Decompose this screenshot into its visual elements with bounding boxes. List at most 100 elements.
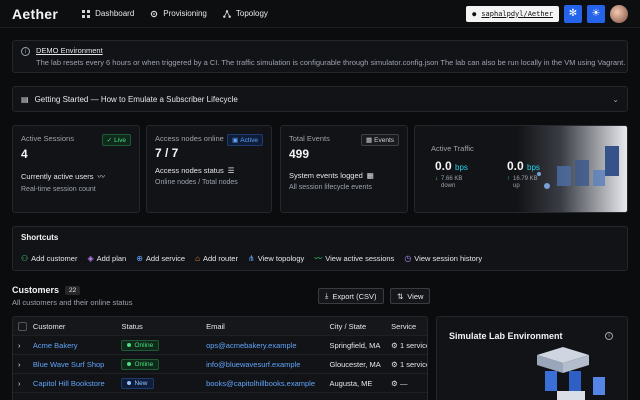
avatar[interactable] xyxy=(610,4,628,23)
shortcut-add-plan[interactable]: ◈ Add plan xyxy=(87,253,126,264)
card-description: All session lifecycle events xyxy=(289,184,372,191)
top-right-actions: ● saphalpdyl/Aether ✻ ☀ xyxy=(466,4,628,23)
router-icon: ⌂ xyxy=(195,254,200,263)
traffic-down-unit: bps xyxy=(455,163,468,172)
nav-dashboard[interactable]: Dashboard xyxy=(82,9,134,18)
check-icon: ✓ xyxy=(106,137,113,144)
service-count: 1 service xyxy=(399,340,427,350)
events-badge-label: Events xyxy=(374,136,394,144)
table-row[interactable]: › Acme Bakery Online ops@acmebakery.exam… xyxy=(13,336,427,355)
active-badge-label: Active xyxy=(240,136,258,144)
customer-email-link[interactable]: info@bluewavesurf.example xyxy=(206,360,329,369)
customers-subtitle: All customers and their online status xyxy=(12,298,133,307)
user-plus-icon: ⚇ xyxy=(21,254,29,263)
traffic-up-metric: 0.0 bps ↑ 16.79 KB up xyxy=(507,159,540,190)
table-row[interactable]: › Blue Wave Surf Shop Online info@bluewa… xyxy=(13,355,427,374)
customers-title-label: Customers xyxy=(12,285,60,295)
header-service[interactable]: Service xyxy=(391,322,427,331)
server-icon: ▣ xyxy=(232,137,239,144)
shortcut-view-topology[interactable]: ⋔ View topology xyxy=(248,253,304,264)
status-label: Online xyxy=(134,341,154,349)
card-sub-label: System events logged xyxy=(289,171,363,180)
traffic-down-value: 0.0 xyxy=(435,159,452,173)
settings-icon[interactable]: ✻ xyxy=(564,4,582,23)
shortcut-label: View topology xyxy=(257,254,305,263)
traffic-up-unit: bps xyxy=(527,163,540,172)
app-logo[interactable]: Aether xyxy=(12,6,58,22)
view-label: View xyxy=(407,291,424,301)
customers-title: Customers 22 xyxy=(12,285,81,295)
table-row[interactable]: › Capitol Hill Bookstore New books@capit… xyxy=(13,374,427,393)
card-label: Active Traffic xyxy=(431,144,474,153)
book-icon: ▤ xyxy=(21,94,29,104)
service-count: — xyxy=(399,378,408,388)
header-status[interactable]: Status xyxy=(121,322,206,331)
live-badge-label: Live xyxy=(114,136,126,144)
customer-email-link[interactable]: ops@acmebakery.example xyxy=(206,341,329,350)
demo-banner: i DEMO Environment The lab resets every … xyxy=(12,40,628,73)
download-icon: ⤓ xyxy=(325,291,329,300)
service-count: 1 service xyxy=(399,359,427,369)
traffic-up-bytes: 16.79 KB xyxy=(513,176,538,182)
top-bar: Aether Dashboard Provisioning Topology ●… xyxy=(0,0,640,28)
shortcut-add-router[interactable]: ⌂ Add router xyxy=(195,253,238,264)
card-sub-label: Access nodes status xyxy=(155,166,224,175)
header-customer[interactable]: Customer xyxy=(33,322,122,331)
customer-name-link[interactable]: Capitol Hill Bookstore xyxy=(33,379,122,388)
card-description: Online nodes / Total nodes xyxy=(155,179,238,186)
select-all-checkbox[interactable] xyxy=(18,321,27,331)
main-nav: Dashboard Provisioning Topology xyxy=(82,9,268,18)
active-sessions-card: Active Sessions ✓ Live 4 Currently active… xyxy=(12,125,140,213)
activity-icon: 〰 xyxy=(314,254,323,263)
info-icon: i xyxy=(21,47,30,56)
theme-toggle-icon[interactable]: ☀ xyxy=(587,4,605,23)
live-badge: ✓ Live xyxy=(101,134,131,146)
customer-city: Springfield, MA xyxy=(329,340,381,350)
status-label: New xyxy=(134,379,148,387)
view-options-button[interactable]: ⇅ View xyxy=(390,288,431,304)
shortcut-add-service[interactable]: ⊕ Add service xyxy=(136,253,185,264)
traffic-down-bytes: 7.66 KB xyxy=(441,176,463,182)
shortcut-label: Add router xyxy=(202,254,238,263)
getting-started-accordion[interactable]: ▤ Getting Started — How to Emulate a Sub… xyxy=(12,86,628,112)
lab-illustration xyxy=(537,347,605,400)
header-city-state[interactable]: City / State xyxy=(329,322,391,331)
shortcuts-title: Shortcuts xyxy=(21,233,59,242)
card-label: Access nodes online xyxy=(155,134,224,143)
export-csv-button[interactable]: ⤓ Export (CSV) xyxy=(318,288,384,304)
github-repo-label: saphalpdyl/Aether xyxy=(481,9,553,18)
github-repo-link[interactable]: ● saphalpdyl/Aether xyxy=(466,5,559,22)
customer-email-link[interactable]: books@capitolhillbooks.example xyxy=(206,379,329,388)
shortcut-view-active-sessions[interactable]: 〰 View active sessions xyxy=(314,253,394,264)
active-sessions-value: 4 xyxy=(21,147,28,161)
nav-provisioning[interactable]: Provisioning xyxy=(150,9,207,18)
network-icon: ⋔ xyxy=(247,254,255,263)
customer-city: Gloucester, MA xyxy=(329,359,381,369)
traffic-up-label: up xyxy=(513,183,520,189)
github-icon: ● xyxy=(472,9,477,18)
customer-name-link[interactable]: Acme Bakery xyxy=(33,341,122,350)
plus-circle-icon: ⊕ xyxy=(136,254,143,263)
header-email[interactable]: Email xyxy=(206,322,329,331)
sliders-icon: ⇅ xyxy=(397,291,404,301)
nav-topology[interactable]: Topology xyxy=(222,9,268,18)
customer-name-link[interactable]: Blue Wave Surf Shop xyxy=(33,360,122,369)
access-nodes-value: 7 / 7 xyxy=(155,146,179,160)
expand-chevron-icon[interactable]: › xyxy=(13,360,33,369)
shortcut-label: Add service xyxy=(145,254,186,263)
status-badge: New xyxy=(121,377,154,389)
server-stack-icon: ☰ xyxy=(227,166,235,175)
active-traffic-card: Active Traffic 0.0 bps ↓ 7.66 KB down 0.0 … xyxy=(414,125,628,213)
shortcut-view-session-history[interactable]: ◷ View session history xyxy=(404,253,482,264)
history-icon: ◷ xyxy=(404,254,412,263)
customers-table: Customer Status Email City / State Servi… xyxy=(12,316,428,400)
total-events-value: 499 xyxy=(289,147,310,161)
nav-provisioning-label: Provisioning xyxy=(163,9,207,18)
banner-title[interactable]: DEMO Environment xyxy=(36,46,625,55)
shortcut-add-customer[interactable]: ⚇ Add customer xyxy=(21,253,77,264)
customers-count-badge: 22 xyxy=(65,285,81,295)
topology-icon xyxy=(222,9,231,18)
expand-chevron-icon[interactable]: › xyxy=(13,341,33,350)
expand-chevron-icon[interactable]: › xyxy=(13,379,33,388)
status-badge: Online xyxy=(121,339,160,351)
